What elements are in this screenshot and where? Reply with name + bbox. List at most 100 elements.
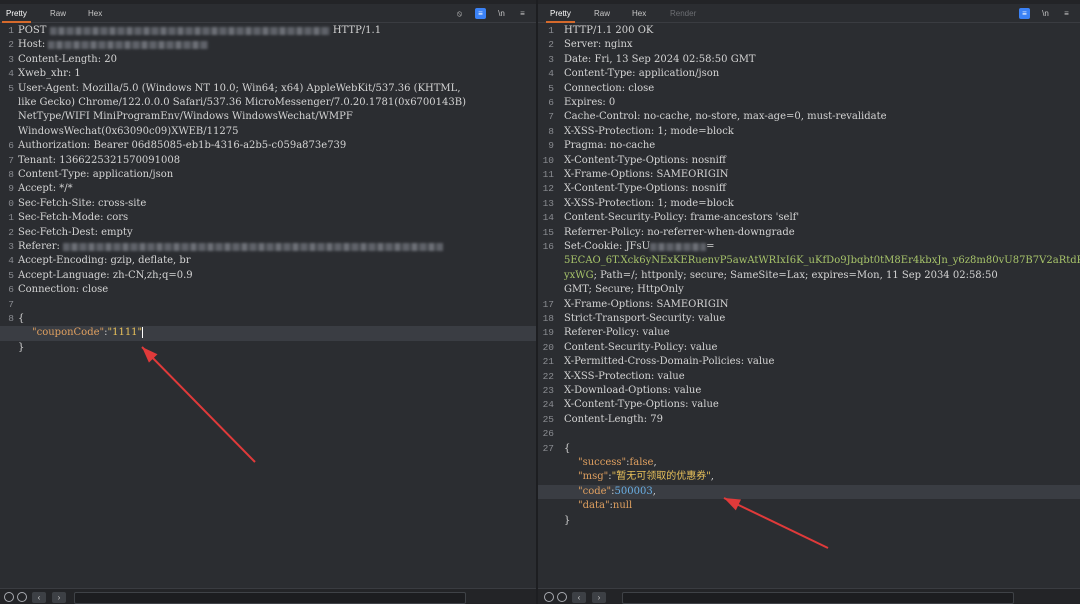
request-line-text: Sec-Fetch-Site: cross-site xyxy=(18,197,532,211)
search-input[interactable] xyxy=(74,592,466,604)
forward-button[interactable]: › xyxy=(592,592,606,603)
response-line-text: X-Content-Type-Options: nosniff xyxy=(564,154,1076,168)
line-number: 21 xyxy=(542,356,554,368)
response-line: 12 X-Content-Type-Options: nosniff xyxy=(538,182,1080,196)
line-number: 9 xyxy=(8,183,14,195)
settings-icon[interactable] xyxy=(17,592,27,602)
request-tab-hex[interactable]: Hex xyxy=(84,7,106,23)
cookie-attributes: ; Path=/; httponly; secure; SameSite=Lax… xyxy=(593,269,998,281)
request-line: 7 xyxy=(0,298,536,312)
response-line: 23 X-Download-Options: value xyxy=(538,384,1080,398)
menu-icon[interactable]: ≡ xyxy=(517,8,528,19)
line-number: 3 xyxy=(8,241,14,252)
request-tab-pretty[interactable]: Pretty xyxy=(2,7,31,23)
response-line-text: X-Content-Type-Options: nosniff xyxy=(564,182,1076,196)
request-line: 3 Referer: xyxy=(0,240,536,254)
request-line: } xyxy=(0,341,536,355)
line-number: 19 xyxy=(542,327,554,339)
response-tab-hex[interactable]: Hex xyxy=(628,7,650,23)
response-line-text: Set-Cookie: JFsU = xyxy=(564,240,1076,254)
line-number: 16 xyxy=(542,241,554,252)
request-line-text: Authorization: Bearer 06d85085-eb1b-4316… xyxy=(18,139,532,153)
help-icon[interactable] xyxy=(4,592,14,602)
header-text: Date: Fri, 13 Sep 2024 02:58:50 GMT xyxy=(564,53,756,65)
response-bottom-bar: ‹ › xyxy=(538,588,1080,604)
back-button[interactable]: ‹ xyxy=(572,592,586,603)
response-line-text: 5ECAO_6T.Xck6yNExKERuenvP5awAtWRIxI6K_uK… xyxy=(564,254,1080,268)
eye-slash-icon[interactable]: ⦸ xyxy=(454,8,465,19)
json-value: "1111" xyxy=(107,327,143,339)
line-number: 7 xyxy=(8,298,14,310)
redacted-value xyxy=(49,26,330,35)
header-suffix: HTTP/1.1 xyxy=(329,25,382,36)
response-line: 16 Set-Cookie: JFsU = xyxy=(538,240,1080,254)
json-value: false xyxy=(629,457,654,468)
line-number: 25 xyxy=(542,413,554,425)
help-icon[interactable] xyxy=(544,592,554,602)
request-line: WindowsWechat(0x63090c09)XWEB/11275 xyxy=(0,125,536,139)
response-tab-raw[interactable]: Raw xyxy=(590,7,614,23)
redacted-value xyxy=(650,242,707,251)
request-body-line: "couponCode":"1111" xyxy=(0,326,536,341)
text-cursor xyxy=(142,327,144,339)
search-input[interactable] xyxy=(622,592,1014,604)
response-line-text: Referrer-Policy: no-referrer-when-downgr… xyxy=(564,226,1076,240)
line-number: 5 xyxy=(8,82,14,94)
response-line-text: X-Download-Options: value xyxy=(564,384,1076,398)
header-text: Tenant: 1366225321570091008 xyxy=(18,154,181,166)
response-line: 9 Pragma: no-cache xyxy=(538,139,1080,153)
json-key: "msg" xyxy=(578,471,609,483)
line-number: 6 xyxy=(548,97,554,108)
response-line-text: Date: Fri, 13 Sep 2024 02:58:50 GMT xyxy=(564,53,1076,67)
json-comma: , xyxy=(652,485,656,497)
header-text: X-XSS-Protection: 1; mode=block xyxy=(564,125,734,137)
request-line: like Gecko) Chrome/122.0.0.0 Safari/537.… xyxy=(0,96,536,110)
header-text: X-Frame-Options: SAMEORIGIN xyxy=(564,298,729,310)
request-line-text: NetType/WIFI MiniProgramEnv/Windows Wind… xyxy=(18,110,532,124)
line-number: 15 xyxy=(542,226,554,238)
response-tab-pretty[interactable]: Pretty xyxy=(546,7,575,23)
forward-button[interactable]: › xyxy=(52,592,66,603)
response-line: 18 Strict-Transport-Security: value xyxy=(538,312,1080,326)
line-number: 2 xyxy=(8,226,14,238)
request-line: 6 Authorization: Bearer 06d85085-eb1b-431… xyxy=(0,139,536,153)
header-text: Accept-Language: zh-CN,zh;q=0.9 xyxy=(18,269,193,281)
header-text: Set-Cookie: JFsU xyxy=(564,241,651,252)
response-line: 15 Referrer-Policy: no-referrer-when-down… xyxy=(538,226,1080,240)
header-text: X-XSS-Protection: value xyxy=(564,370,685,382)
menu-icon[interactable]: ≡ xyxy=(1061,8,1072,19)
response-line: 1 HTTP/1.1 200 OK xyxy=(538,24,1080,38)
line-number: 22 xyxy=(542,370,554,382)
request-line: 7 Tenant: 1366225321570091008 xyxy=(0,154,536,168)
message-format-icon[interactable]: ≡ xyxy=(1019,8,1030,19)
json-comma: , xyxy=(653,457,657,468)
header-text: Sec-Fetch-Dest: empty xyxy=(18,226,133,238)
line-number: 1 xyxy=(548,25,554,36)
response-tab-render[interactable]: Render xyxy=(666,7,700,23)
header-text: Content-Type: application/json xyxy=(18,169,174,180)
back-button[interactable]: ‹ xyxy=(32,592,46,603)
header-text: WindowsWechat(0x63090c09)XWEB/11275 xyxy=(18,125,239,137)
request-line-text: { xyxy=(18,312,532,326)
request-line: 5 User-Agent: Mozilla/5.0 (Windows NT 10.… xyxy=(0,82,536,96)
request-editor[interactable]: 1 POST HTTP/1.1 2 Host: 3 Content-Length: 20… xyxy=(0,24,536,588)
line-number: 7 xyxy=(548,111,554,123)
newline-icon[interactable]: \n xyxy=(1040,8,1051,19)
json-key: "couponCode" xyxy=(32,327,105,339)
newline-icon[interactable]: \n xyxy=(496,8,507,19)
response-line-text: Cache-Control: no-cache, no-store, max-a… xyxy=(564,110,1076,124)
message-format-icon[interactable]: ≡ xyxy=(475,8,486,19)
request-line-text: Host: xyxy=(18,38,532,52)
request-line: 1 Sec-Fetch-Mode: cors xyxy=(0,211,536,225)
header-text: X-Frame-Options: SAMEORIGIN xyxy=(564,169,729,180)
response-editor[interactable]: 1 HTTP/1.1 200 OK 2 Server: nginx 3 Date: Fri… xyxy=(538,24,1080,588)
response-line: 4 Content-Type: application/json xyxy=(538,67,1080,81)
settings-icon[interactable] xyxy=(557,592,567,602)
request-line-text: Accept: */* xyxy=(18,182,532,196)
response-line-text: Referer-Policy: value xyxy=(564,326,1076,340)
line-number: 0 xyxy=(8,197,14,209)
request-tab-raw[interactable]: Raw xyxy=(46,7,70,23)
response-line: 17 X-Frame-Options: SAMEORIGIN xyxy=(538,298,1080,312)
response-line: 25 Content-Length: 79 xyxy=(538,413,1080,427)
header-text: Content-Security-Policy: frame-ancestors… xyxy=(564,212,800,224)
